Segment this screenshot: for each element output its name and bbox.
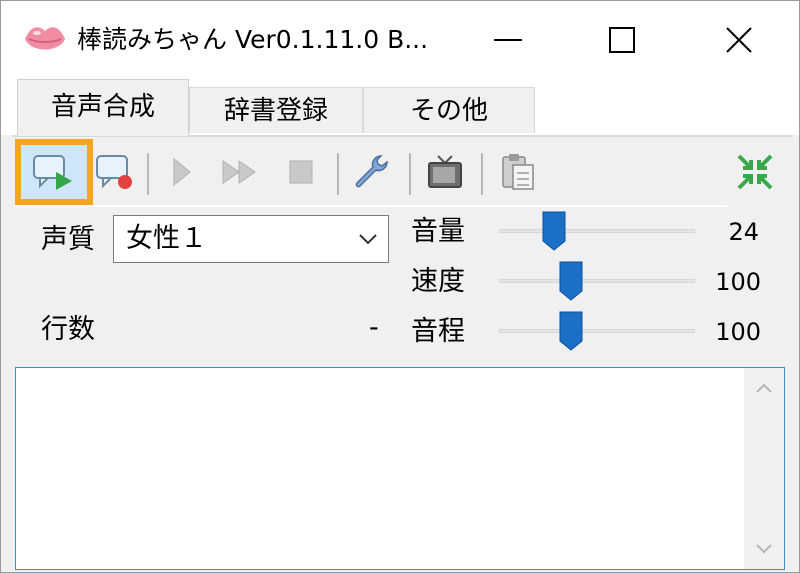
volume-slider[interactable]: [499, 211, 695, 251]
toolbar-separator: [337, 153, 339, 195]
scroll-up-button[interactable]: [744, 368, 784, 408]
close-icon: [726, 27, 752, 53]
line-count-label: 行数: [41, 314, 95, 345]
chevron-up-icon: [756, 383, 772, 393]
pitch-label: 音程: [411, 316, 465, 347]
wrench-icon: [355, 155, 388, 188]
volume-label: 音量: [411, 216, 465, 247]
maximize-button[interactable]: [567, 1, 677, 79]
fast-forward-button[interactable]: [213, 141, 269, 203]
pitch-slider[interactable]: [499, 311, 695, 351]
speak-play-button[interactable]: [15, 139, 93, 205]
toolbar-underline: [15, 205, 727, 207]
voice-select[interactable]: 女性１: [113, 215, 389, 263]
slider-track: [499, 329, 695, 333]
maximize-icon: [609, 27, 635, 53]
toolbar-separator: [147, 153, 149, 195]
window-title: 棒読みちゃん Ver0.1.11.0 B...: [77, 25, 429, 54]
fast-forward-icon: [222, 160, 256, 184]
tv-button[interactable]: [417, 141, 473, 203]
toolbar-separator: [481, 153, 483, 195]
speed-label: 速度: [411, 266, 465, 297]
pitch-value: 100: [715, 318, 761, 346]
slider-thumb[interactable]: [559, 311, 583, 351]
tab-other[interactable]: その他: [363, 87, 535, 133]
clipboard-icon: [502, 154, 534, 190]
chevron-down-icon: [756, 544, 772, 554]
play-button[interactable]: [153, 141, 209, 203]
voice-label: 声質: [41, 224, 95, 255]
tab-speech-synthesis[interactable]: 音声合成: [17, 79, 189, 136]
vertical-scrollbar[interactable]: [744, 368, 784, 569]
clipboard-button[interactable]: [489, 141, 545, 203]
app-window: 棒読みちゃん Ver0.1.11.0 B... 音声合成 辞書登録 その他 声質…: [0, 0, 800, 573]
stop-icon: [289, 160, 313, 184]
speed-value: 100: [715, 268, 761, 296]
chevron-down-icon: [359, 234, 377, 245]
scroll-down-button[interactable]: [744, 529, 784, 569]
speak-play-icon: [33, 155, 72, 190]
collapse-icon: [737, 154, 773, 190]
toolbar-separator: [409, 153, 411, 195]
speak-record-icon: [96, 155, 132, 189]
stop-button[interactable]: [273, 141, 329, 203]
speak-record-button[interactable]: [87, 141, 143, 203]
slider-thumb[interactable]: [542, 211, 566, 251]
title-bar: 棒読みちゃん Ver0.1.11.0 B...: [1, 1, 799, 79]
line-count-value: -: [369, 312, 379, 343]
toolbar: [15, 139, 785, 205]
settings-button[interactable]: [343, 141, 399, 203]
collapse-button[interactable]: [727, 141, 783, 203]
play-icon: [173, 157, 191, 187]
minimize-icon: [494, 39, 522, 41]
speed-slider[interactable]: [499, 261, 695, 301]
lips-icon: [25, 27, 65, 50]
slider-thumb[interactable]: [559, 261, 583, 301]
minimize-button[interactable]: [453, 1, 563, 79]
voice-select-value: 女性１: [126, 223, 207, 254]
tab-dictionary[interactable]: 辞書登録: [189, 87, 363, 133]
text-input-area[interactable]: [15, 367, 785, 570]
slider-track: [499, 229, 695, 233]
close-button[interactable]: [684, 1, 794, 79]
slider-track: [499, 279, 695, 283]
tv-icon: [428, 155, 462, 188]
volume-value: 24: [728, 218, 759, 246]
